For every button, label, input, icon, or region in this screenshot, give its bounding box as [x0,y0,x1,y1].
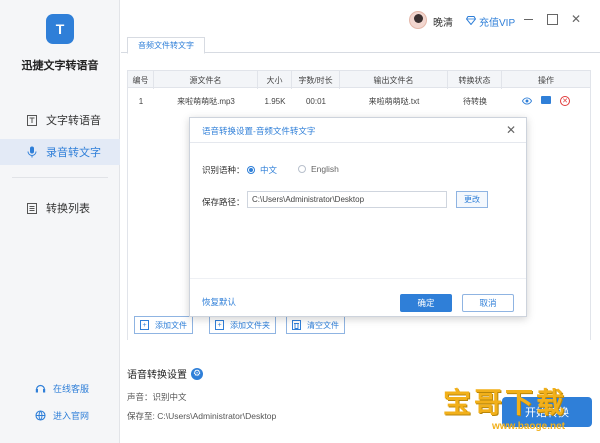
cell-duration: 00:01 [305,96,327,106]
language-label: 识别语种： [202,165,245,175]
maximize-button[interactable] [545,12,559,26]
change-path-button[interactable]: 更改 [456,191,488,208]
table-row[interactable]: 1 来啦萌萌哒.mp3 1.95K 00:01 来啦萌萌哒.txt 待转换 ✕ [128,92,590,110]
tab-bar: 音频文件转文字 [121,37,600,54]
sidebar-divider [12,177,108,178]
cell-id: 1 [138,96,144,106]
column-header: 源文件名 [154,71,258,89]
sidebar-item-conversion-list[interactable]: 转换列表 [0,195,120,221]
file-plus-icon: + [140,320,149,330]
folder-icon[interactable] [541,96,551,104]
column-header: 大小 [258,71,292,89]
save-path-input[interactable] [247,191,447,208]
add-folder-label: 添加文件夹 [230,320,270,330]
sidebar-item-label: 转换列表 [46,203,90,215]
column-header: 输出文件名 [340,71,448,89]
app-logo: T [46,14,74,44]
cell-output-name: 来啦萌萌哒.txt [368,96,420,106]
headset-icon [34,383,46,395]
folder-plus-icon: + [215,320,224,330]
column-header: 字数/时长 [292,71,340,89]
recharge-vip-button[interactable]: 充值VIP [465,14,516,29]
clear-files-button[interactable]: 清空文件 [286,316,345,334]
cell-actions: ✕ [502,92,590,110]
radio-chinese[interactable]: 中文 [247,164,277,176]
sidebar-item-text-to-speech[interactable]: 文字转语音 [0,107,120,133]
restore-default-link[interactable]: 恢复默认 [202,296,236,308]
title-bar: 晚清 充值VIP ✕ [121,0,600,40]
settings-heading: 语音转换设置 ⚙ [127,366,203,381]
dialog-title: 语音转换设置-音频文件转文字 [202,126,316,136]
table-header: 编号 源文件名 大小 字数/时长 输出文件名 转换状态 操作 [128,70,590,89]
conversion-settings-dialog: 语音转换设置-音频文件转文字 ✕ 识别语种： 中文 English 保存路径： … [189,117,527,317]
settings-title-text: 语音转换设置 [127,370,187,381]
eye-icon[interactable] [522,96,532,106]
avatar[interactable] [409,11,427,29]
column-header: 编号 [128,71,154,89]
column-header: 转换状态 [448,71,502,89]
add-file-button[interactable]: + 添加文件 [134,316,193,334]
save-path-text: 保存至: C:\Users\Administrator\Desktop [127,411,277,421]
diamond-icon [465,15,477,28]
microphone-icon [26,146,38,158]
dialog-divider [190,142,526,143]
sidebar-item-label: 文字转语音 [46,115,101,127]
online-support-label: 在线客服 [53,384,90,394]
column-header: 操作 [538,75,554,85]
list-icon [26,202,38,214]
online-support-link[interactable]: 在线客服 [34,382,89,395]
cell-size: 1.95K [264,96,286,106]
text-icon [26,114,38,126]
cell-source-name: 来啦萌萌哒.mp3 [177,96,235,106]
close-icon[interactable]: ✕ [506,123,516,137]
cancel-button[interactable]: 取消 [462,294,514,312]
recharge-vip-label: 充值VIP [479,18,516,29]
official-site-label: 进入官网 [53,411,90,421]
clear-files-label: 清空文件 [307,320,339,330]
dialog-footer-divider [190,278,526,279]
minimize-button[interactable] [521,12,535,26]
globe-icon [34,410,46,422]
close-window-button[interactable]: ✕ [569,12,583,26]
watermark-url: www.baoge.net [492,421,565,432]
delete-icon[interactable]: ✕ [560,96,570,106]
username: 晚清 [433,18,453,29]
tab-audio-to-text[interactable]: 音频文件转文字 [127,37,205,54]
radio-checked-icon [247,166,255,174]
ok-button[interactable]: 确定 [400,294,452,312]
add-folder-button[interactable]: + 添加文件夹 [209,316,276,334]
sidebar-item-speech-to-text[interactable]: 录音转文字 [0,139,120,165]
gear-icon[interactable]: ⚙ [191,367,203,380]
sidebar-item-label: 录音转文字 [46,147,101,159]
watermark: 宝哥下载 [443,387,568,418]
app-title: 迅捷文字转语音 [21,60,99,72]
radio-unchecked-icon [298,165,306,173]
trash-icon [292,320,301,330]
voice-setting-text: 声音：识别中文 [127,392,187,402]
sidebar: T 迅捷文字转语音 文字转语音 录音转文字 转换列表 在线客服 进入官网 [0,0,120,443]
radio-label: 中文 [260,165,278,175]
radio-label: English [311,164,339,174]
cell-status: 待转换 [463,96,487,106]
save-path-label: 保存路径： [202,197,245,207]
official-site-link[interactable]: 进入官网 [34,409,89,422]
add-file-label: 添加文件 [155,320,187,330]
radio-english[interactable]: English [298,164,339,174]
